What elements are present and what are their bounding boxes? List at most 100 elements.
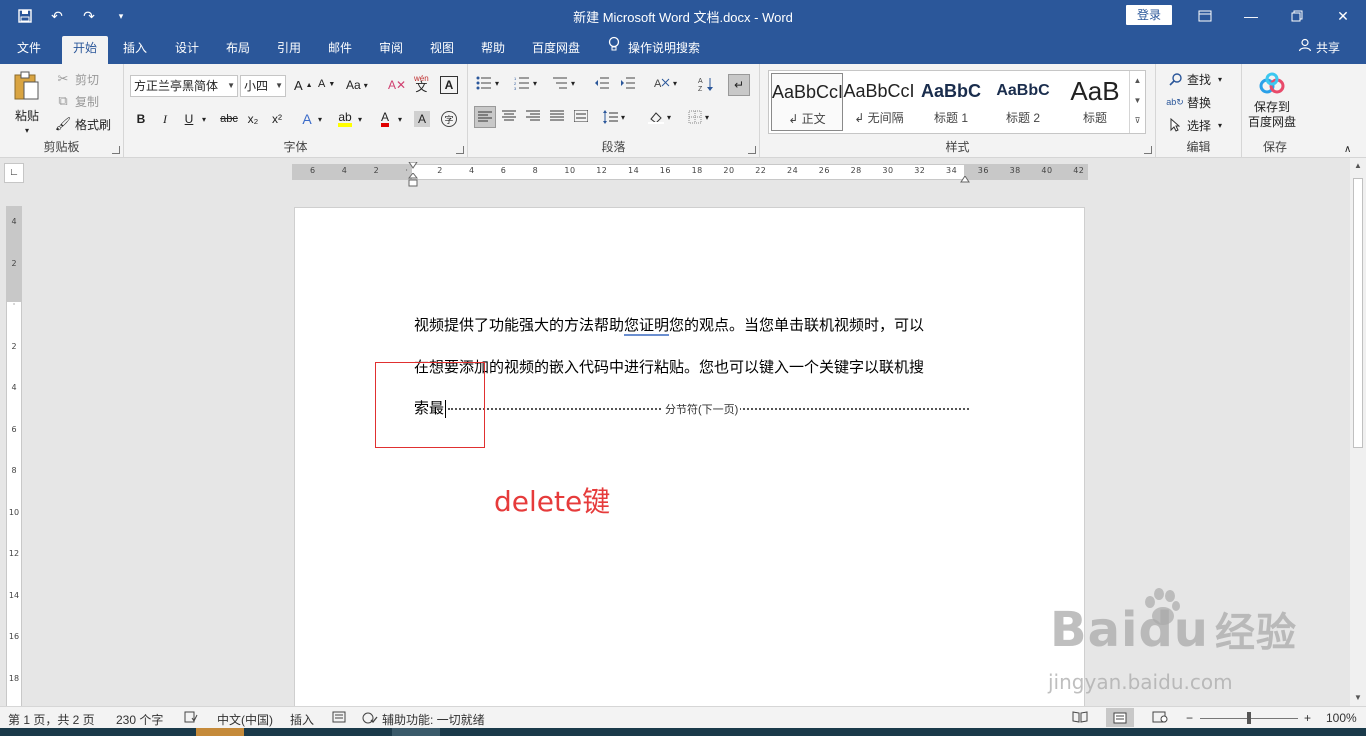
vertical-scrollbar[interactable]: ▲ ▼ — [1350, 158, 1366, 706]
phonetic-guide-button[interactable]: wén 文 — [414, 74, 429, 93]
numbering-icon[interactable]: 1 2 3 ▾ — [514, 76, 537, 90]
paste-dropdown-icon[interactable]: ▾ — [25, 126, 29, 135]
undo-icon[interactable]: ↶ — [44, 5, 70, 27]
redo-icon[interactable]: ↷ — [76, 5, 102, 27]
paragraph-launcher-icon[interactable] — [748, 146, 756, 154]
web-layout-icon[interactable] — [1152, 711, 1168, 723]
tab-review[interactable]: 审阅 — [370, 36, 412, 64]
login-button[interactable]: 登录 — [1126, 5, 1172, 25]
collapse-ribbon-icon[interactable]: ∧ — [1344, 144, 1351, 155]
cut-button[interactable]: ✂ 剪切 — [54, 70, 99, 88]
horizontal-ruler[interactable]: 6 4 2 · 2 4 6 8 10 12 14 16 18 20 22 24 26 28 30 32 34 36 38 40… — [292, 161, 1088, 187]
font-name-combobox[interactable]: 方正兰亭黑简体 ▼ — [130, 75, 238, 97]
language-indicator[interactable]: 中文(中国) — [217, 711, 273, 728]
format-painter-button[interactable]: 🖌 格式刷 — [54, 115, 111, 133]
customize-qat-icon[interactable]: ▾ — [108, 5, 134, 27]
tab-mailings[interactable]: 邮件 — [319, 36, 361, 64]
align-left-icon[interactable] — [474, 106, 496, 128]
find-button[interactable]: 查找 ▾ — [1166, 70, 1222, 88]
change-case-button[interactable]: Aa ▾ — [346, 78, 368, 92]
tab-layout[interactable]: 布局 — [217, 36, 259, 64]
text-effects-dropdown-icon[interactable]: ▾ — [314, 108, 326, 130]
scroll-up-icon[interactable]: ▲ — [1350, 158, 1366, 174]
tab-selector-icon[interactable]: ∟ — [4, 163, 24, 183]
chinese-layout-icon[interactable]: A ▾ — [654, 76, 677, 90]
justify-icon[interactable] — [550, 110, 564, 122]
underline-button[interactable]: U — [178, 108, 200, 130]
show-formatting-marks-icon[interactable]: ↵ — [728, 74, 750, 96]
clear-formatting-icon[interactable]: A✕ — [388, 78, 406, 92]
tab-baidu-netdisk[interactable]: 百度网盘 — [524, 36, 588, 64]
zoom-in-icon[interactable]: + — [1304, 711, 1311, 725]
page-count[interactable]: 第 1 页，共 2 页 — [8, 711, 95, 728]
taskbar-app[interactable] — [196, 728, 244, 736]
document-line-1[interactable]: 视频提供了功能强大的方法帮助您证明您的观点。当您单击联机视频时，可以 — [414, 314, 924, 336]
tab-insert[interactable]: 插入 — [114, 36, 156, 64]
style-heading-2[interactable]: AaBbC 标题 2 — [987, 73, 1059, 131]
superscript-button[interactable]: x² — [266, 108, 288, 130]
decrease-indent-icon[interactable] — [594, 76, 610, 90]
vertical-ruler[interactable]: 4 2 · 2 4 6 8 10 12 14 16 18 — [6, 206, 22, 706]
styles-launcher-icon[interactable] — [1144, 146, 1152, 154]
scroll-down-icon[interactable]: ▼ — [1350, 690, 1366, 706]
first-line-indent-marker[interactable] — [408, 159, 418, 169]
tab-references[interactable]: 引用 — [268, 36, 310, 64]
minimize-icon[interactable]: — — [1228, 0, 1274, 32]
scroll-down-icon[interactable]: ▼ — [1130, 91, 1145, 111]
underline-dropdown-icon[interactable]: ▾ — [198, 108, 210, 130]
scroll-up-icon[interactable]: ▲ — [1130, 71, 1145, 91]
tab-help[interactable]: 帮助 — [472, 36, 514, 64]
sort-icon[interactable]: AZ — [698, 76, 714, 92]
increase-indent-icon[interactable] — [620, 76, 636, 90]
restore-icon[interactable] — [1274, 0, 1320, 32]
tab-file[interactable]: 文件 — [8, 36, 50, 64]
tab-home[interactable]: 开始 — [62, 36, 108, 64]
clipboard-launcher-icon[interactable] — [112, 146, 120, 154]
styles-gallery-scroll[interactable]: ▲ ▼ ⊽ — [1129, 71, 1145, 133]
replace-button[interactable]: ab↻ 替换 — [1166, 93, 1211, 111]
shrink-font-icon[interactable]: A ▼ — [318, 78, 335, 90]
hanging-indent-marker[interactable] — [407, 172, 419, 187]
print-layout-icon[interactable] — [1106, 708, 1134, 727]
save-to-baidu-netdisk-button[interactable]: 保存到 百度网盘 — [1248, 72, 1296, 129]
style-no-spacing[interactable]: AaBbCcI ↲ 无间隔 — [843, 73, 915, 131]
highlight-dropdown-icon[interactable]: ▾ — [354, 108, 366, 130]
line-spacing-icon[interactable]: ▾ — [602, 110, 625, 124]
document-page[interactable]: 视频提供了功能强大的方法帮助您证明您的观点。当您单击联机视频时，可以 在想要添加… — [294, 207, 1085, 712]
bullets-icon[interactable]: ▾ — [476, 76, 499, 90]
read-mode-icon[interactable] — [1072, 711, 1088, 723]
subscript-button[interactable]: x₂ — [242, 108, 264, 130]
zoom-out-icon[interactable]: − — [1186, 711, 1193, 725]
accessibility-checker[interactable]: 辅助功能: 一切就绪 — [362, 711, 485, 728]
style-title[interactable]: AaB 标题 — [1059, 73, 1131, 131]
enclose-characters-icon[interactable]: 字 — [438, 108, 460, 130]
scrollbar-thumb[interactable] — [1353, 178, 1363, 448]
insert-mode[interactable]: 插入 — [290, 711, 314, 728]
share-button[interactable]: 共享 — [1298, 36, 1340, 60]
proofing-icon[interactable] — [184, 711, 198, 723]
bold-button[interactable]: B — [130, 108, 152, 130]
font-size-combobox[interactable]: 小四 ▼ — [240, 75, 286, 97]
strikethrough-button[interactable]: abc — [218, 108, 240, 130]
multilevel-list-icon[interactable]: ▾ — [552, 76, 575, 90]
copy-button[interactable]: ⧉ 复制 — [54, 92, 99, 110]
right-indent-marker[interactable] — [960, 173, 970, 183]
word-count[interactable]: 230 个字 — [116, 711, 163, 728]
tab-view[interactable]: 视图 — [421, 36, 463, 64]
font-color-icon[interactable]: A — [374, 108, 396, 130]
highlight-icon[interactable]: ab — [334, 108, 356, 130]
align-center-icon[interactable] — [502, 110, 516, 122]
zoom-slider-thumb[interactable] — [1247, 712, 1251, 724]
macro-record-icon[interactable] — [332, 711, 346, 723]
shading-icon[interactable]: ▾ — [648, 110, 671, 124]
taskbar-app[interactable] — [392, 728, 440, 736]
tell-me-search[interactable]: 操作说明搜索 — [608, 36, 700, 60]
character-shading-icon[interactable]: A — [414, 111, 430, 127]
select-button[interactable]: 选择 ▾ — [1166, 116, 1222, 134]
borders-icon[interactable]: ▾ — [688, 110, 709, 124]
zoom-level[interactable]: 100% — [1326, 711, 1357, 725]
paste-button[interactable]: 粘贴 ▾ — [12, 70, 42, 135]
style-normal[interactable]: AaBbCcI ↲ 正文 — [771, 73, 843, 131]
distributed-icon[interactable] — [574, 110, 588, 122]
tab-design[interactable]: 设计 — [166, 36, 208, 64]
